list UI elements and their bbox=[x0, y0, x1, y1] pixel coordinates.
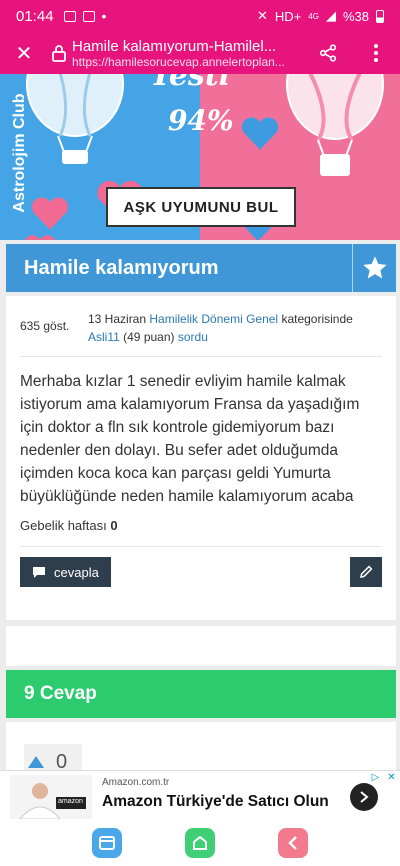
divider bbox=[20, 546, 382, 547]
system-nav-bar bbox=[0, 820, 400, 866]
share-icon[interactable] bbox=[304, 32, 352, 74]
question-header: Hamile kalamıyorum bbox=[6, 244, 396, 292]
answers-header: 9 Cevap bbox=[6, 670, 396, 718]
week-value: 0 bbox=[110, 518, 118, 533]
heart-icon bbox=[24, 235, 56, 240]
battery-percent: %38 bbox=[342, 8, 369, 24]
ad-open-button[interactable] bbox=[350, 783, 378, 811]
reply-label: cevapla bbox=[54, 564, 99, 580]
question-card: 635 göst. 13 Haziran Hamilelik Dönemi Ge… bbox=[6, 296, 396, 620]
calendar-icon bbox=[82, 10, 95, 22]
balloon-right-icon bbox=[286, 74, 384, 176]
dot-icon: • bbox=[101, 8, 107, 24]
network-sub: 4G bbox=[308, 11, 319, 21]
pregnancy-week: Gebelik haftası 0 bbox=[20, 518, 118, 533]
question-body: Merhaba kızlar 1 senedir evliyim hamile … bbox=[20, 373, 360, 505]
network-label: HD+ bbox=[274, 8, 302, 24]
clock: 01:44 bbox=[16, 7, 54, 25]
url-text: https://hamilesorucevap.annelertoplan... bbox=[72, 54, 285, 69]
ad-source: Amazon.com.tr bbox=[102, 777, 170, 788]
star-icon bbox=[362, 256, 387, 279]
more-options-icon[interactable] bbox=[352, 32, 400, 74]
banner-side-text: Astrolojim Club bbox=[11, 93, 28, 213]
recent-apps-button[interactable] bbox=[91, 828, 122, 858]
author-link[interactable]: Asli11 bbox=[88, 330, 120, 344]
banner-cta-button[interactable]: AŞK UYUMUNU BUL bbox=[106, 187, 296, 227]
category-suffix: kategorisinde bbox=[281, 312, 353, 326]
back-button[interactable] bbox=[278, 828, 309, 858]
view-count: 635 göst. bbox=[20, 319, 70, 333]
chevron-right-icon bbox=[360, 791, 369, 803]
signal-icon: ◢ bbox=[325, 8, 336, 23]
divider bbox=[20, 356, 382, 357]
balloon-left-icon bbox=[26, 74, 124, 164]
category-link[interactable]: Hamilelik Dönemi Genel bbox=[149, 312, 278, 326]
banner-percent: 94% bbox=[168, 104, 234, 137]
comment-icon bbox=[33, 566, 45, 578]
heart-icon bbox=[31, 197, 69, 230]
author-points: (49 puan) bbox=[123, 330, 175, 344]
home-button[interactable] bbox=[184, 828, 215, 858]
week-label: Gebelik haftası bbox=[20, 518, 107, 533]
banner-big-text: Testi bbox=[150, 74, 231, 93]
edit-button[interactable] bbox=[350, 557, 382, 587]
ad-headline: Amazon Türkiye'de Satıcı Olun bbox=[102, 793, 329, 810]
bottom-ad[interactable]: amazon Amazon.com.tr Amazon Türkiye'de S… bbox=[0, 770, 400, 820]
ad-image: amazon bbox=[10, 775, 92, 819]
reply-button[interactable]: cevapla bbox=[20, 557, 111, 587]
close-icon[interactable]: ✕ bbox=[0, 32, 48, 74]
post-date: 13 Haziran bbox=[88, 312, 147, 326]
mute-icon: ✕ bbox=[257, 8, 268, 23]
heart-icon bbox=[241, 117, 279, 150]
adchoices-icon[interactable]: ▷ bbox=[369, 771, 382, 784]
asked-link[interactable]: sordu bbox=[178, 330, 208, 344]
lock-icon bbox=[48, 44, 70, 62]
banner-ad[interactable]: Astrolojim Club Testi 94% AŞK UYUMUNU BU… bbox=[0, 74, 400, 240]
status-bar: 01:44 • ✕ HD+ 4G ◢ %38 bbox=[0, 0, 400, 32]
spacer-panel bbox=[6, 626, 396, 666]
ad-close-icon[interactable]: ✕ bbox=[385, 771, 398, 784]
ad-thumb-text: amazon bbox=[58, 798, 83, 805]
battery-icon bbox=[376, 9, 384, 23]
url-area[interactable]: Hamile kalamıyorum-Hamilel... https://ha… bbox=[70, 38, 304, 69]
browser-toolbar: ✕ Hamile kalamıyorum-Hamilel... https://… bbox=[0, 32, 400, 74]
favorite-button[interactable] bbox=[352, 244, 396, 292]
page-title-tab: Hamile kalamıyorum-Hamilel... bbox=[72, 37, 277, 55]
pencil-icon bbox=[360, 565, 373, 578]
upvote-icon[interactable] bbox=[28, 756, 44, 768]
gallery-icon bbox=[63, 10, 76, 22]
question-title: Hamile kalamıyorum bbox=[24, 256, 219, 279]
